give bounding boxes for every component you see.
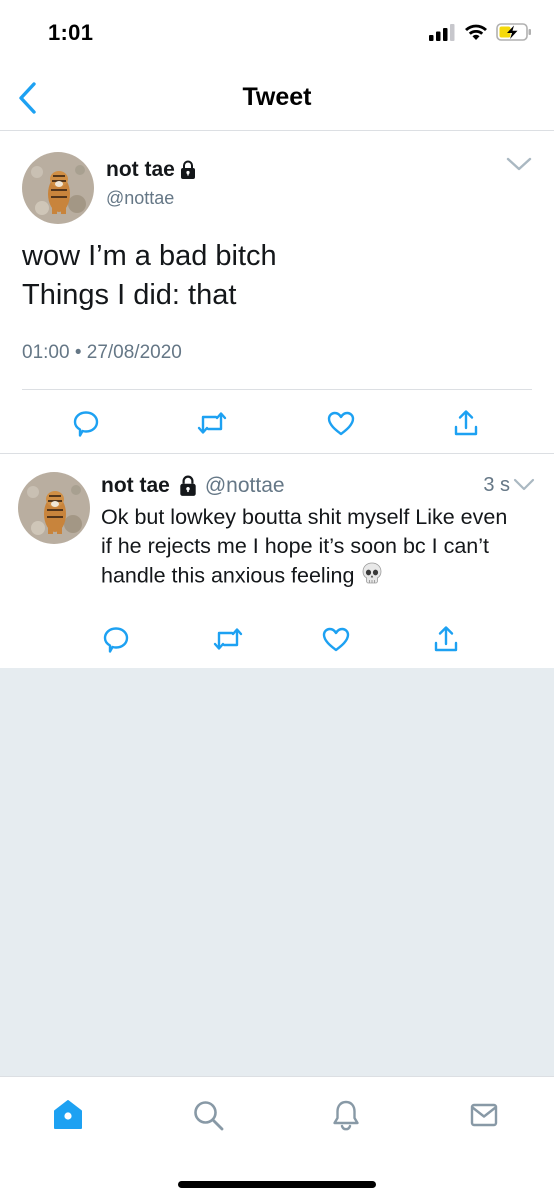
retweet-button[interactable] [196, 407, 228, 439]
avatar[interactable] [18, 472, 90, 544]
share-button[interactable] [450, 407, 482, 439]
display-name-text: not tae [106, 158, 175, 181]
more-options-button[interactable] [512, 475, 536, 495]
search-icon [194, 1101, 224, 1131]
more-options-button[interactable] [504, 153, 534, 177]
reply-button[interactable] [100, 623, 132, 655]
tab-notifications[interactable] [328, 1097, 364, 1133]
lock-icon [180, 160, 195, 179]
tweet-text-line: wow I’m a bad bitch [22, 240, 277, 272]
lock-icon [177, 475, 199, 497]
status-time: 1:01 [48, 20, 94, 45]
tweet-actions [0, 623, 554, 657]
reply-bubble-icon [103, 627, 129, 653]
divider [22, 389, 532, 390]
handle[interactable]: @nottae [205, 474, 285, 498]
main-tweet: not tae @nottae wow I’m a bad bitch Thin… [0, 131, 554, 454]
status-bar: 1:01 [0, 0, 554, 66]
like-button[interactable] [320, 623, 352, 655]
heart-icon [322, 627, 350, 652]
tweet-actions [0, 407, 554, 441]
envelope-icon [470, 1103, 498, 1127]
retweet-icon [213, 628, 243, 650]
retweet-button[interactable] [212, 623, 244, 655]
home-indicator[interactable] [178, 1181, 376, 1188]
tweet-text-body: Ok but lowkey boutta shit myself Like ev… [101, 505, 508, 588]
tab-home[interactable] [50, 1097, 86, 1133]
share-upload-icon [454, 410, 478, 436]
skull-emoji [360, 561, 384, 593]
tweet-text-line: Things I did: that [22, 279, 237, 311]
tweet-timestamp[interactable]: 01:00 • 27/08/2020 [22, 342, 182, 364]
reply-bubble-icon [73, 411, 99, 437]
bell-icon [333, 1100, 359, 1131]
share-upload-icon [434, 626, 458, 652]
share-button[interactable] [430, 623, 462, 655]
tab-search[interactable] [190, 1097, 226, 1133]
page-title: Tweet [242, 83, 312, 111]
nav-bar: Tweet [0, 66, 554, 131]
wifi-icon [465, 24, 487, 40]
tab-messages[interactable] [466, 1097, 502, 1133]
display-name[interactable]: not tae [101, 474, 170, 498]
chevron-down-icon [513, 478, 535, 491]
display-name[interactable]: not tae [106, 158, 198, 182]
reply-button[interactable] [70, 407, 102, 439]
tab-bar [0, 1076, 554, 1200]
reply-tweet[interactable]: not tae @nottae 3 s Ok but lowkey boutta… [0, 455, 554, 668]
like-button[interactable] [325, 407, 357, 439]
chevron-down-icon [506, 157, 532, 171]
signal-icon [429, 24, 455, 41]
retweet-icon [197, 412, 227, 434]
tweet-text: Ok but lowkey boutta shit myself Like ev… [101, 503, 521, 593]
reply-header: not tae @nottae [101, 474, 285, 498]
tweet-text: wow I’m a bad bitch Things I did: that [22, 237, 277, 315]
avatar[interactable] [22, 152, 94, 224]
empty-timeline-area [0, 668, 554, 1076]
tweet-age: 3 s [483, 474, 510, 496]
battery-charging-icon [496, 23, 531, 41]
heart-icon [327, 411, 355, 436]
home-icon [54, 1100, 82, 1129]
handle[interactable]: @nottae [106, 188, 174, 209]
status-icons [428, 22, 532, 42]
